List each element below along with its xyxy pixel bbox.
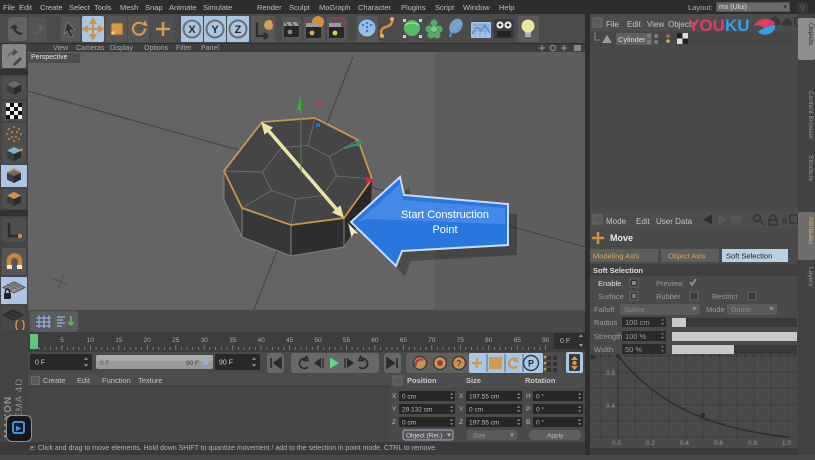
svg-text:H: H xyxy=(526,393,531,400)
svg-text:Size: Size xyxy=(473,433,486,440)
svg-text:File: File xyxy=(606,20,619,29)
svg-text:Z: Z xyxy=(392,419,396,426)
svg-text:0.4: 0.4 xyxy=(606,403,615,410)
svg-text:Modeling Axis: Modeling Axis xyxy=(593,252,640,261)
svg-text:197.55 cm: 197.55 cm xyxy=(469,394,499,401)
svg-text:55: 55 xyxy=(343,337,351,344)
svg-text:X: X xyxy=(392,393,397,400)
svg-text:80: 80 xyxy=(485,337,493,344)
svg-text:X: X xyxy=(188,24,196,36)
svg-text:Z: Z xyxy=(235,24,242,36)
svg-text:?: ? xyxy=(456,359,462,369)
svg-text:10: 10 xyxy=(87,337,95,344)
svg-text:Radius: Radius xyxy=(594,318,618,327)
svg-text:20: 20 xyxy=(144,337,152,344)
svg-text:Edit: Edit xyxy=(627,20,642,29)
svg-text:Surface: Surface xyxy=(598,292,624,301)
svg-text:Move: Move xyxy=(610,233,633,243)
svg-text:Attributes: Attributes xyxy=(807,217,814,245)
svg-text:Rotation: Rotation xyxy=(525,376,556,385)
svg-text:0 cm: 0 cm xyxy=(402,420,416,427)
svg-text:30: 30 xyxy=(201,337,209,344)
svg-text:100 cm: 100 cm xyxy=(625,318,650,327)
svg-text:Restrict: Restrict xyxy=(712,292,738,301)
svg-text:P: P xyxy=(528,359,534,369)
svg-text:0.8: 0.8 xyxy=(748,440,757,447)
svg-text:70: 70 xyxy=(428,337,436,344)
svg-text:Start Construction: Start Construction xyxy=(401,209,489,221)
svg-text:0.6: 0.6 xyxy=(714,440,723,447)
svg-text:Cylinder: Cylinder xyxy=(618,35,646,44)
svg-text:Apply: Apply xyxy=(547,433,564,440)
svg-text:0 cm: 0 cm xyxy=(469,407,483,414)
svg-text:90 F: 90 F xyxy=(186,360,199,367)
svg-text:75: 75 xyxy=(457,337,465,344)
svg-text:B: B xyxy=(526,419,530,426)
svg-text:0.4: 0.4 xyxy=(680,440,689,447)
svg-text:Preview: Preview xyxy=(656,279,683,288)
svg-text:0 °: 0 ° xyxy=(536,406,544,414)
svg-text:60: 60 xyxy=(371,337,379,344)
svg-text:Spline: Spline xyxy=(624,305,645,314)
svg-text:Object Axis: Object Axis xyxy=(668,252,706,261)
svg-text:Y: Y xyxy=(459,406,464,413)
svg-text:Content Browser: Content Browser xyxy=(807,91,814,140)
svg-text:Edit: Edit xyxy=(636,217,651,226)
svg-text:85: 85 xyxy=(514,337,522,344)
svg-text:15: 15 xyxy=(115,337,123,344)
svg-text:Layers: Layers xyxy=(807,267,814,287)
svg-text:Strength: Strength xyxy=(594,332,622,341)
svg-text:Dome: Dome xyxy=(731,305,751,314)
svg-text:197.55 cm: 197.55 cm xyxy=(469,420,499,427)
svg-text:Enable: Enable xyxy=(598,279,621,288)
svg-text:50 %: 50 % xyxy=(625,345,642,354)
svg-text:Structure: Structure xyxy=(807,155,814,182)
svg-text:65: 65 xyxy=(400,337,408,344)
svg-text:50: 50 xyxy=(314,337,322,344)
svg-text:Mode: Mode xyxy=(706,305,725,314)
svg-text:X: X xyxy=(459,393,464,400)
svg-text:Position: Position xyxy=(407,376,437,385)
svg-text:40: 40 xyxy=(257,337,265,344)
svg-text:35: 35 xyxy=(229,337,237,344)
svg-text:0.0: 0.0 xyxy=(612,440,621,447)
svg-text:View: View xyxy=(647,20,664,29)
svg-text:90: 90 xyxy=(542,337,550,344)
svg-text:Z: Z xyxy=(459,419,463,426)
svg-text:45: 45 xyxy=(286,337,294,344)
svg-text:8: 8 xyxy=(782,216,787,226)
svg-text:Object (Rel.): Object (Rel.) xyxy=(406,433,442,440)
svg-text:25: 25 xyxy=(172,337,180,344)
svg-text:0 F: 0 F xyxy=(100,360,109,367)
svg-text:0 °: 0 ° xyxy=(536,393,544,401)
svg-text:5: 5 xyxy=(60,337,64,344)
svg-text:Soft Selection: Soft Selection xyxy=(726,252,772,261)
svg-text:90 F: 90 F xyxy=(219,360,233,367)
svg-text:Point: Point xyxy=(432,224,457,236)
svg-text:Width: Width xyxy=(594,345,613,354)
svg-text:0 cm: 0 cm xyxy=(402,394,416,401)
svg-text:Y: Y xyxy=(392,406,397,413)
svg-text:Rubber: Rubber xyxy=(656,292,681,301)
svg-text:1.0: 1.0 xyxy=(782,440,791,447)
svg-text:0 °: 0 ° xyxy=(536,419,544,427)
svg-text:29.132 cm: 29.132 cm xyxy=(402,407,432,414)
svg-text:100 %: 100 % xyxy=(625,332,647,341)
svg-text:0 F: 0 F xyxy=(560,338,570,345)
svg-text:0 F: 0 F xyxy=(35,360,45,367)
svg-text:User Data: User Data xyxy=(656,217,693,226)
svg-text:Mode: Mode xyxy=(606,217,627,226)
svg-text:0.2: 0.2 xyxy=(646,440,655,447)
svg-text:Soft Selection: Soft Selection xyxy=(593,266,643,275)
svg-text:Size: Size xyxy=(466,376,481,385)
svg-text:0.8: 0.8 xyxy=(606,370,615,377)
svg-text:P: P xyxy=(526,406,530,413)
svg-text:Y: Y xyxy=(211,24,219,36)
svg-text:Falloff: Falloff xyxy=(594,305,615,314)
